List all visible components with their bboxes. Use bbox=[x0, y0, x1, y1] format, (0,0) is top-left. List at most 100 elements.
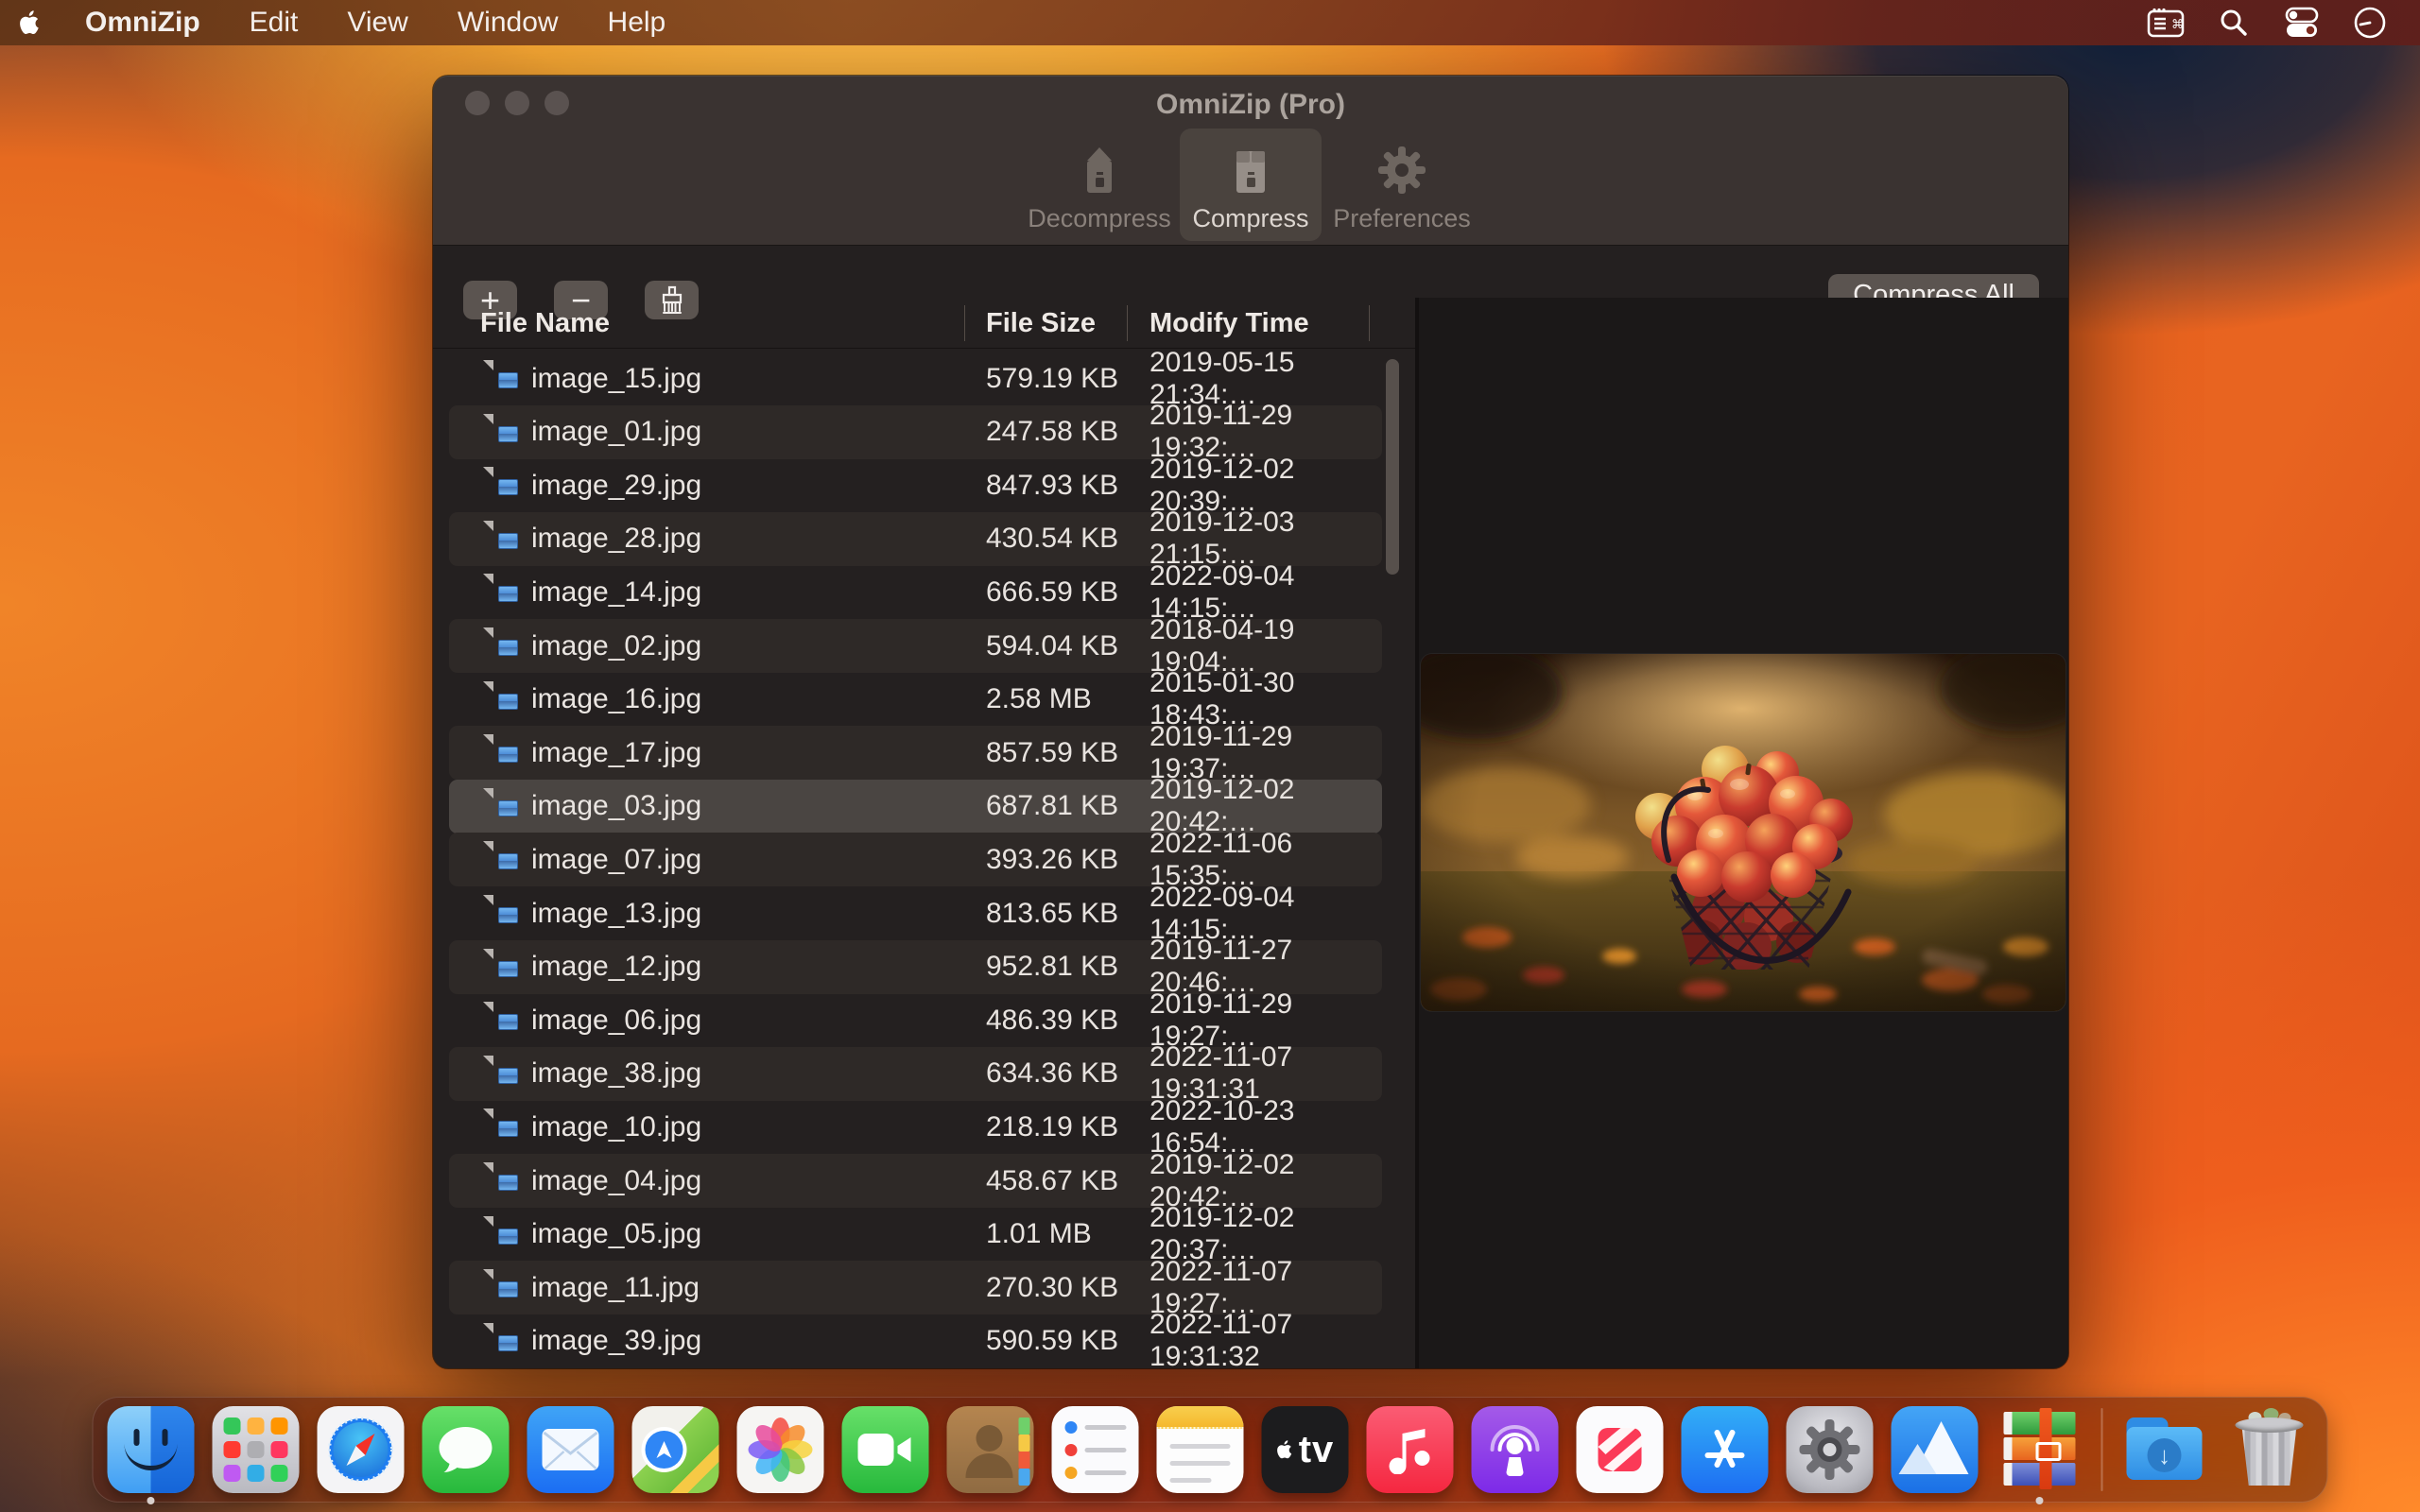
dock-music[interactable] bbox=[1367, 1406, 1454, 1493]
dock-mail[interactable] bbox=[527, 1406, 614, 1493]
column-modify-time[interactable]: Modify Time bbox=[1150, 298, 1309, 349]
dock-notes[interactable] bbox=[1157, 1406, 1244, 1493]
settings-icon bbox=[1787, 1406, 1874, 1493]
file-size: 247.58 KB bbox=[986, 405, 1118, 459]
table-row[interactable]: image_07.jpg 393.26 KB 2022-11-06 15:35:… bbox=[449, 833, 1382, 886]
file-name: image_13.jpg bbox=[531, 886, 701, 940]
file-name: image_04.jpg bbox=[531, 1154, 701, 1208]
omnizip-window: OmniZip (Pro) Decompress Compress Prefer… bbox=[433, 76, 2068, 1368]
menu-edit[interactable]: Edit bbox=[225, 0, 323, 45]
menu-app-name[interactable]: OmniZip bbox=[60, 0, 225, 45]
clock-icon[interactable] bbox=[2342, 0, 2397, 45]
dock-settings[interactable] bbox=[1787, 1406, 1874, 1493]
table-row[interactable]: image_16.jpg 2.58 MB 2015-01-30 18:43:… bbox=[449, 673, 1382, 727]
column-divider[interactable] bbox=[964, 305, 965, 341]
dock-reminders[interactable] bbox=[1052, 1406, 1139, 1493]
table-row[interactable]: image_01.jpg 247.58 KB 2019-11-29 19:32:… bbox=[449, 405, 1382, 459]
dock-messages[interactable] bbox=[423, 1406, 510, 1493]
modify-time: 2019-12-03 21:15:… bbox=[1150, 512, 1382, 566]
dock-photos[interactable] bbox=[737, 1406, 824, 1493]
menu-bar: OmniZip Edit View Window Help ⌘ bbox=[0, 0, 2420, 45]
table-row[interactable]: image_13.jpg 813.65 KB 2022-09-04 14:15:… bbox=[449, 886, 1382, 940]
menu-view[interactable]: View bbox=[322, 0, 432, 45]
file-name: image_17.jpg bbox=[531, 726, 701, 780]
dock-facetime[interactable] bbox=[842, 1406, 929, 1493]
table-row[interactable]: image_05.jpg 1.01 MB 2019-12-02 20:37:… bbox=[449, 1208, 1382, 1262]
modify-time: 2015-01-30 18:43:… bbox=[1150, 673, 1382, 727]
modify-time: 2019-11-29 19:32:… bbox=[1150, 405, 1382, 459]
modify-time: 2022-11-07 19:31:31 bbox=[1150, 1047, 1382, 1101]
table-row[interactable]: image_15.jpg 579.19 KB 2019-05-15 21:34:… bbox=[449, 352, 1382, 405]
news-icon bbox=[1577, 1406, 1664, 1493]
table-row[interactable]: image_12.jpg 952.81 KB 2019-11-27 20:46:… bbox=[449, 940, 1382, 994]
table-row[interactable]: image_04.jpg 458.67 KB 2019-12-02 20:42:… bbox=[449, 1154, 1382, 1208]
tab-preferences[interactable]: Preferences bbox=[1331, 129, 1473, 241]
file-table: File Name File Size Modify Time image_15… bbox=[433, 298, 1415, 1368]
file-table-body: image_15.jpg 579.19 KB 2019-05-15 21:34:… bbox=[433, 352, 1415, 1368]
omnizip-archive-icon bbox=[1996, 1406, 2083, 1493]
modify-time: 2019-11-29 19:37:… bbox=[1150, 726, 1382, 780]
modify-time: 2019-12-02 20:37:… bbox=[1150, 1208, 1382, 1262]
file-size: 666.59 KB bbox=[986, 565, 1118, 619]
search-icon[interactable] bbox=[2206, 0, 2261, 45]
file-size: 813.65 KB bbox=[986, 886, 1118, 940]
file-size: 847.93 KB bbox=[986, 458, 1118, 512]
modify-time: 2022-09-04 14:15:… bbox=[1150, 886, 1382, 940]
dock-contacts[interactable] bbox=[947, 1406, 1034, 1493]
decompress-icon bbox=[1078, 138, 1121, 197]
dock-launchpad[interactable] bbox=[213, 1406, 300, 1493]
file-size: 393.26 KB bbox=[986, 833, 1118, 886]
tab-compress-label: Compress bbox=[1192, 204, 1308, 233]
table-row[interactable]: image_29.jpg 847.93 KB 2019-12-02 20:39:… bbox=[449, 458, 1382, 512]
table-row[interactable]: image_39.jpg 590.59 KB 2022-11-07 19:31:… bbox=[449, 1314, 1382, 1368]
modify-time: 2019-12-02 20:39:… bbox=[1150, 458, 1382, 512]
dock-maps[interactable] bbox=[632, 1406, 719, 1493]
trash-icon bbox=[2226, 1406, 2313, 1493]
table-row[interactable]: image_17.jpg 857.59 KB 2019-11-29 19:37:… bbox=[449, 726, 1382, 780]
table-row[interactable]: image_11.jpg 270.30 KB 2022-11-07 19:27:… bbox=[449, 1261, 1382, 1314]
file-size: 430.54 KB bbox=[986, 512, 1118, 566]
dock-appstore[interactable] bbox=[1682, 1406, 1769, 1493]
column-divider[interactable] bbox=[1369, 305, 1370, 341]
file-name: image_06.jpg bbox=[531, 993, 701, 1047]
column-divider[interactable] bbox=[1127, 305, 1128, 341]
column-file-size[interactable]: File Size bbox=[986, 298, 1096, 349]
file-name: image_28.jpg bbox=[531, 512, 701, 566]
window-switcher-icon[interactable]: ⌘ bbox=[2138, 0, 2193, 45]
dock-tv[interactable]: tv bbox=[1262, 1406, 1349, 1493]
file-size: 270.30 KB bbox=[986, 1261, 1118, 1314]
dock-mountains-app[interactable] bbox=[1892, 1406, 1979, 1493]
table-row[interactable]: image_10.jpg 218.19 KB 2022-10-23 16:54:… bbox=[449, 1100, 1382, 1154]
modify-time: 2019-12-02 20:42:… bbox=[1150, 1154, 1382, 1208]
dock-safari[interactable] bbox=[318, 1406, 405, 1493]
apple-menu-icon[interactable] bbox=[0, 0, 60, 45]
table-row[interactable]: image_03.jpg 687.81 KB 2019-12-02 20:42:… bbox=[449, 780, 1382, 833]
file-name: image_12.jpg bbox=[531, 940, 701, 994]
dock-podcasts[interactable] bbox=[1472, 1406, 1559, 1493]
table-row[interactable]: image_28.jpg 430.54 KB 2019-12-03 21:15:… bbox=[449, 512, 1382, 566]
file-name: image_39.jpg bbox=[531, 1314, 701, 1368]
table-row[interactable]: image_38.jpg 634.36 KB 2022-11-07 19:31:… bbox=[449, 1047, 1382, 1101]
control-center-icon[interactable] bbox=[2274, 0, 2329, 45]
table-row[interactable]: image_06.jpg 486.39 KB 2019-11-29 19:27:… bbox=[449, 993, 1382, 1047]
file-size: 458.67 KB bbox=[986, 1154, 1118, 1208]
svg-text:⌘: ⌘ bbox=[2171, 18, 2184, 32]
window-title: OmniZip (Pro) bbox=[433, 89, 2068, 121]
table-scrollbar[interactable] bbox=[1386, 359, 1399, 575]
menu-window[interactable]: Window bbox=[433, 0, 583, 45]
tab-decompress[interactable]: Decompress bbox=[1028, 129, 1170, 241]
dock-omnizip[interactable] bbox=[1996, 1406, 2083, 1493]
modify-time: 2022-11-07 19:31:32 bbox=[1150, 1314, 1382, 1368]
dock-trash[interactable] bbox=[2226, 1406, 2313, 1493]
menu-help[interactable]: Help bbox=[583, 0, 691, 45]
table-row[interactable]: image_14.jpg 666.59 KB 2022-09-04 14:15:… bbox=[449, 565, 1382, 619]
modify-time: 2019-05-15 21:34:… bbox=[1150, 352, 1382, 405]
dock-downloads[interactable]: ↓ bbox=[2121, 1406, 2208, 1493]
file-name: image_02.jpg bbox=[531, 619, 701, 673]
column-file-name[interactable]: File Name bbox=[480, 298, 610, 349]
file-size: 857.59 KB bbox=[986, 726, 1118, 780]
table-row[interactable]: image_02.jpg 594.04 KB 2018-04-19 19:04:… bbox=[449, 619, 1382, 673]
dock-finder[interactable] bbox=[108, 1406, 195, 1493]
tab-compress[interactable]: Compress bbox=[1180, 129, 1322, 241]
dock-news[interactable] bbox=[1577, 1406, 1664, 1493]
